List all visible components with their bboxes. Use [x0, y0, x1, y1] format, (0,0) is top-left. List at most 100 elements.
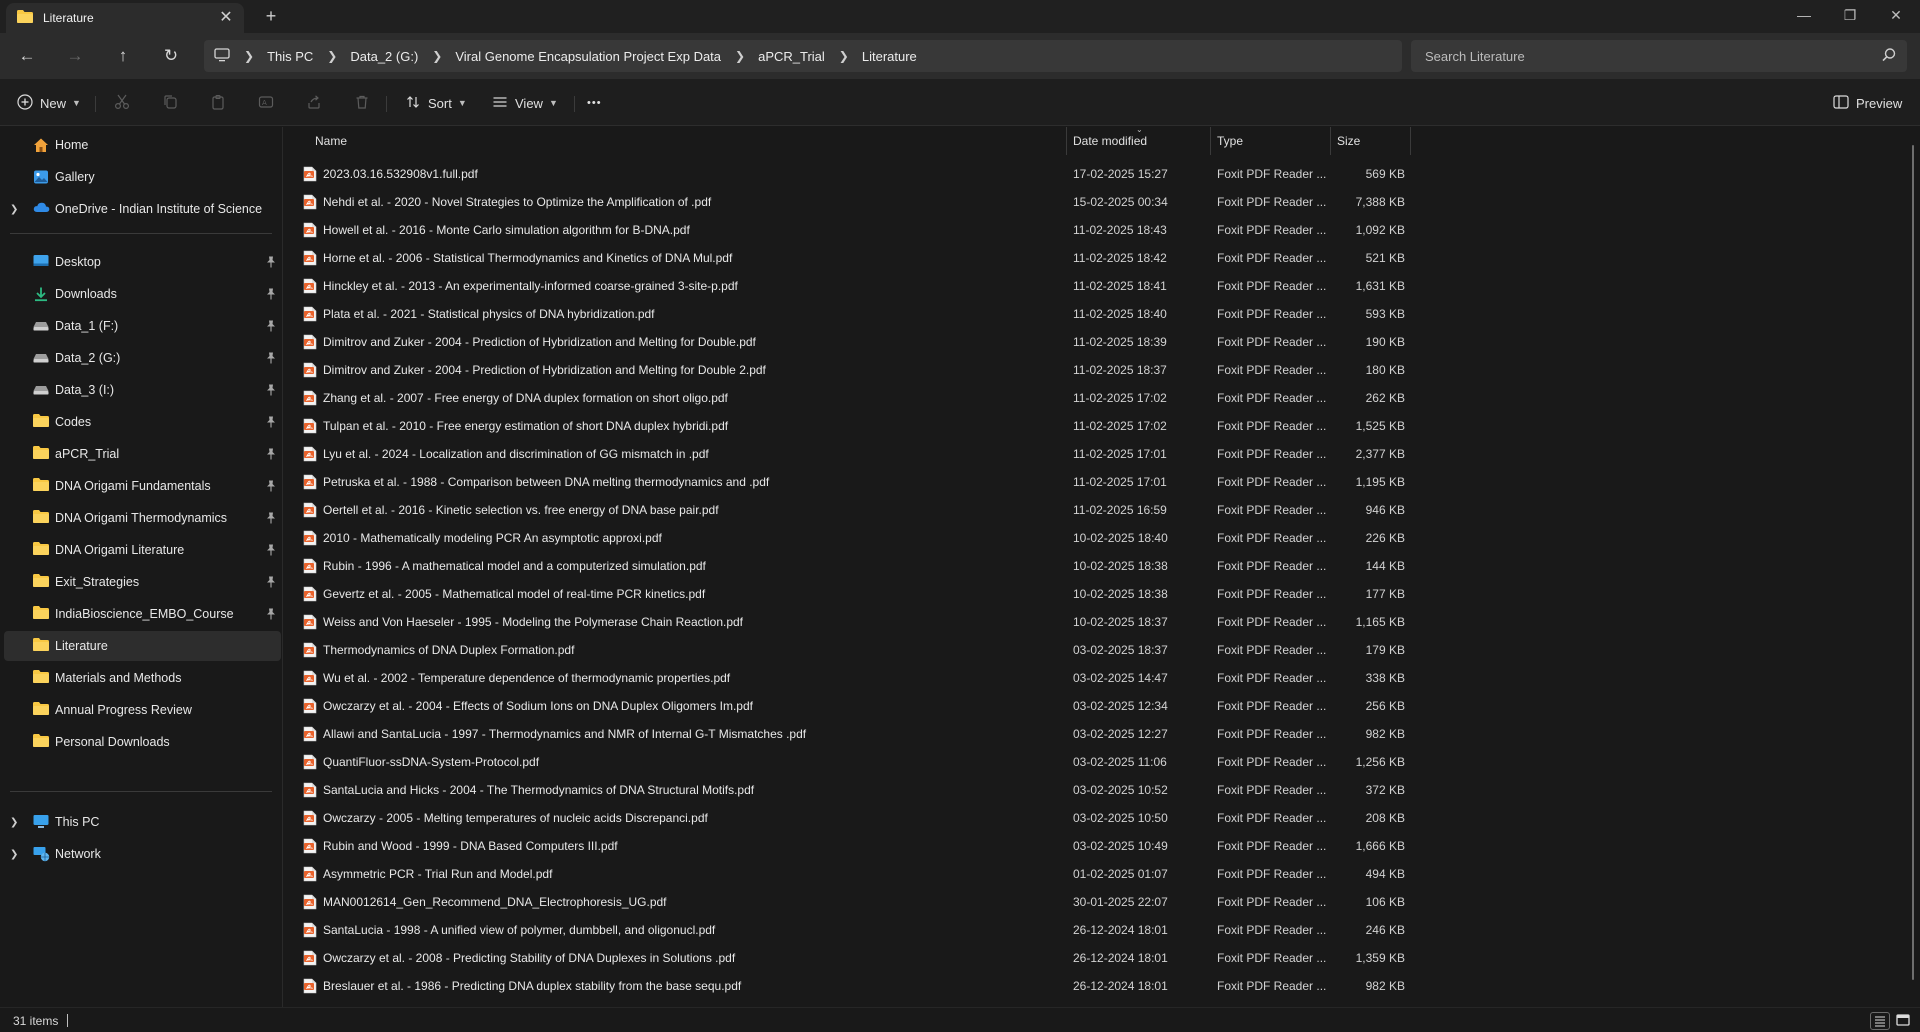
- copy-button[interactable]: [162, 88, 178, 118]
- pin-icon[interactable]: [266, 352, 276, 367]
- column-divider[interactable]: [1210, 127, 1211, 155]
- file-row[interactable]: SantaLucia - 1998 - A unified view of po…: [284, 916, 1410, 944]
- chevron-right-icon[interactable]: ❯: [10, 849, 18, 860]
- cut-button[interactable]: [114, 88, 130, 118]
- file-row[interactable]: MAN0012614_Gen_Recommend_DNA_Electrophor…: [284, 888, 1410, 916]
- maximize-button[interactable]: ❐: [1827, 0, 1873, 30]
- breadcrumb-data2[interactable]: Data_2 (G:): [350, 49, 418, 64]
- search-icon[interactable]: [1881, 47, 1897, 66]
- share-button[interactable]: [306, 88, 322, 118]
- breadcrumb-project[interactable]: Viral Genome Encapsulation Project Exp D…: [455, 49, 721, 64]
- sidebar-item-dna-origami-fundamentals[interactable]: DNA Origami Fundamentals: [0, 471, 280, 501]
- pin-icon[interactable]: [266, 544, 276, 559]
- column-header-date[interactable]: Date modified: [1073, 127, 1147, 155]
- pin-icon[interactable]: [266, 576, 276, 591]
- sidebar-item-data3[interactable]: Data_3 (I:): [0, 375, 280, 405]
- sidebar-item-personal-downloads[interactable]: Personal Downloads: [0, 727, 280, 757]
- column-header-size[interactable]: Size: [1337, 127, 1360, 155]
- sidebar-item-codes[interactable]: Codes: [0, 407, 280, 437]
- sidebar-item-gallery[interactable]: Gallery: [0, 162, 280, 192]
- sidebar-item-this-pc[interactable]: ❯ This PC: [0, 807, 280, 837]
- sidebar-item-dna-origami-thermodynamics[interactable]: DNA Origami Thermodynamics: [0, 503, 280, 533]
- pin-icon[interactable]: [266, 608, 276, 623]
- file-row[interactable]: 2010 - Mathematically modeling PCR An as…: [284, 524, 1410, 552]
- sidebar-item-network[interactable]: ❯ Network: [0, 839, 280, 869]
- pin-icon[interactable]: [266, 384, 276, 399]
- search-box[interactable]: Search Literature: [1411, 40, 1907, 72]
- file-row[interactable]: Rubin and Wood - 1999 - DNA Based Comput…: [284, 832, 1410, 860]
- file-row[interactable]: 2023.03.16.532908v1.full.pdf 17-02-2025 1…: [284, 160, 1410, 188]
- sort-button[interactable]: Sort ▼: [405, 88, 467, 118]
- sidebar-item-indiabioscience[interactable]: IndiaBioscience_EMBO_Course: [0, 599, 280, 629]
- preview-pane-button[interactable]: Preview: [1833, 88, 1902, 118]
- file-row[interactable]: Petruska et al. - 1988 - Comparison betw…: [284, 468, 1410, 496]
- file-row[interactable]: Plata et al. - 2021 - Statistical physic…: [284, 300, 1410, 328]
- vertical-scrollbar[interactable]: [1912, 145, 1914, 980]
- file-row[interactable]: Lyu et al. - 2024 - Localization and dis…: [284, 440, 1410, 468]
- refresh-button[interactable]: ↻: [156, 42, 186, 70]
- paste-button[interactable]: [210, 88, 226, 118]
- file-row[interactable]: SantaLucia and Hicks - 2004 - The Thermo…: [284, 776, 1410, 804]
- file-row[interactable]: Allawi and SantaLucia - 1997 - Thermodyn…: [284, 720, 1410, 748]
- chevron-right-icon[interactable]: ❯: [10, 817, 18, 828]
- file-row[interactable]: Owczarzy et al. - 2004 - Effects of Sodi…: [284, 692, 1410, 720]
- pin-icon[interactable]: [266, 320, 276, 335]
- chevron-right-icon[interactable]: ❯: [10, 204, 18, 215]
- column-header-type[interactable]: Type: [1217, 127, 1243, 155]
- close-window-button[interactable]: ✕: [1873, 0, 1919, 30]
- file-row[interactable]: Horne et al. - 2006 - Statistical Thermo…: [284, 244, 1410, 272]
- column-header-name[interactable]: Name: [315, 127, 347, 155]
- minimize-button[interactable]: —: [1781, 0, 1827, 30]
- pin-icon[interactable]: [266, 416, 276, 431]
- file-row[interactable]: Tulpan et al. - 2010 - Free energy estim…: [284, 412, 1410, 440]
- details-view-button[interactable]: [1870, 1012, 1890, 1030]
- sidebar-item-literature[interactable]: Literature: [4, 631, 281, 661]
- pin-icon[interactable]: [266, 256, 276, 271]
- more-options-button[interactable]: •••: [587, 88, 602, 118]
- file-row[interactable]: Breslauer et al. - 1986 - Predicting DNA…: [284, 972, 1410, 1000]
- sidebar-item-downloads[interactable]: Downloads: [0, 279, 280, 309]
- file-row[interactable]: Rubin - 1996 - A mathematical model and …: [284, 552, 1410, 580]
- sidebar-item-onedrive[interactable]: ❯ OneDrive - Indian Institute of Science: [0, 194, 280, 224]
- breadcrumb-this-pc[interactable]: This PC: [267, 49, 313, 64]
- sidebar-item-annual-progress-review[interactable]: Annual Progress Review: [0, 695, 280, 725]
- pin-icon[interactable]: [266, 512, 276, 527]
- file-row[interactable]: Zhang et al. - 2007 - Free energy of DNA…: [284, 384, 1410, 412]
- delete-button[interactable]: [354, 88, 370, 118]
- rename-button[interactable]: A: [258, 88, 274, 118]
- sidebar-item-data2[interactable]: Data_2 (G:): [0, 343, 280, 373]
- file-row[interactable]: Hinckley et al. - 2013 - An experimental…: [284, 272, 1410, 300]
- search-input[interactable]: Search Literature: [1425, 49, 1525, 64]
- file-row[interactable]: Howell et al. - 2016 - Monte Carlo simul…: [284, 216, 1410, 244]
- file-row[interactable]: Oertell et al. - 2016 - Kinetic selectio…: [284, 496, 1410, 524]
- file-row[interactable]: Wu et al. - 2002 - Temperature dependenc…: [284, 664, 1410, 692]
- sidebar-item-data1[interactable]: Data_1 (F:): [0, 311, 280, 341]
- file-row[interactable]: Dimitrov and Zuker - 2004 - Prediction o…: [284, 356, 1410, 384]
- address-bar[interactable]: ❯ This PC ❯ Data_2 (G:) ❯ Viral Genome E…: [204, 40, 1402, 72]
- up-button[interactable]: ↑: [108, 42, 138, 70]
- sidebar-item-dna-origami-literature[interactable]: DNA Origami Literature: [0, 535, 280, 565]
- tab-close-icon[interactable]: ✕: [216, 8, 236, 28]
- file-row[interactable]: Asymmetric PCR - Trial Run and Model.pdf…: [284, 860, 1410, 888]
- back-button[interactable]: ←: [12, 42, 42, 70]
- file-row[interactable]: Thermodynamics of DNA Duplex Formation.p…: [284, 636, 1410, 664]
- new-button[interactable]: New ▼: [17, 88, 81, 118]
- sidebar-item-home[interactable]: Home: [0, 130, 280, 160]
- breadcrumb-literature[interactable]: Literature: [862, 49, 917, 64]
- file-row[interactable]: Dimitrov and Zuker - 2004 - Prediction o…: [284, 328, 1410, 356]
- forward-button[interactable]: →: [60, 42, 90, 70]
- breadcrumb-apcr-trial[interactable]: aPCR_Trial: [758, 49, 825, 64]
- file-row[interactable]: Owczarzy et al. - 2008 - Predicting Stab…: [284, 944, 1410, 972]
- pin-icon[interactable]: [266, 480, 276, 495]
- sidebar-item-desktop[interactable]: Desktop: [0, 247, 280, 277]
- sidebar-item-materials-methods[interactable]: Materials and Methods: [0, 663, 280, 693]
- new-tab-button[interactable]: +: [260, 5, 282, 27]
- file-row[interactable]: QuantiFluor-ssDNA-System-Protocol.pdf 03-…: [284, 748, 1410, 776]
- file-row[interactable]: Weiss and Von Haeseler - 1995 - Modeling…: [284, 608, 1410, 636]
- column-divider[interactable]: [1410, 127, 1411, 155]
- view-button[interactable]: View ▼: [492, 88, 558, 118]
- file-row[interactable]: Gevertz et al. - 2005 - Mathematical mod…: [284, 580, 1410, 608]
- column-divider[interactable]: [1066, 127, 1067, 155]
- file-row[interactable]: Nehdi et al. - 2020 - Novel Strategies t…: [284, 188, 1410, 216]
- tab-literature[interactable]: Literature ✕: [6, 3, 244, 33]
